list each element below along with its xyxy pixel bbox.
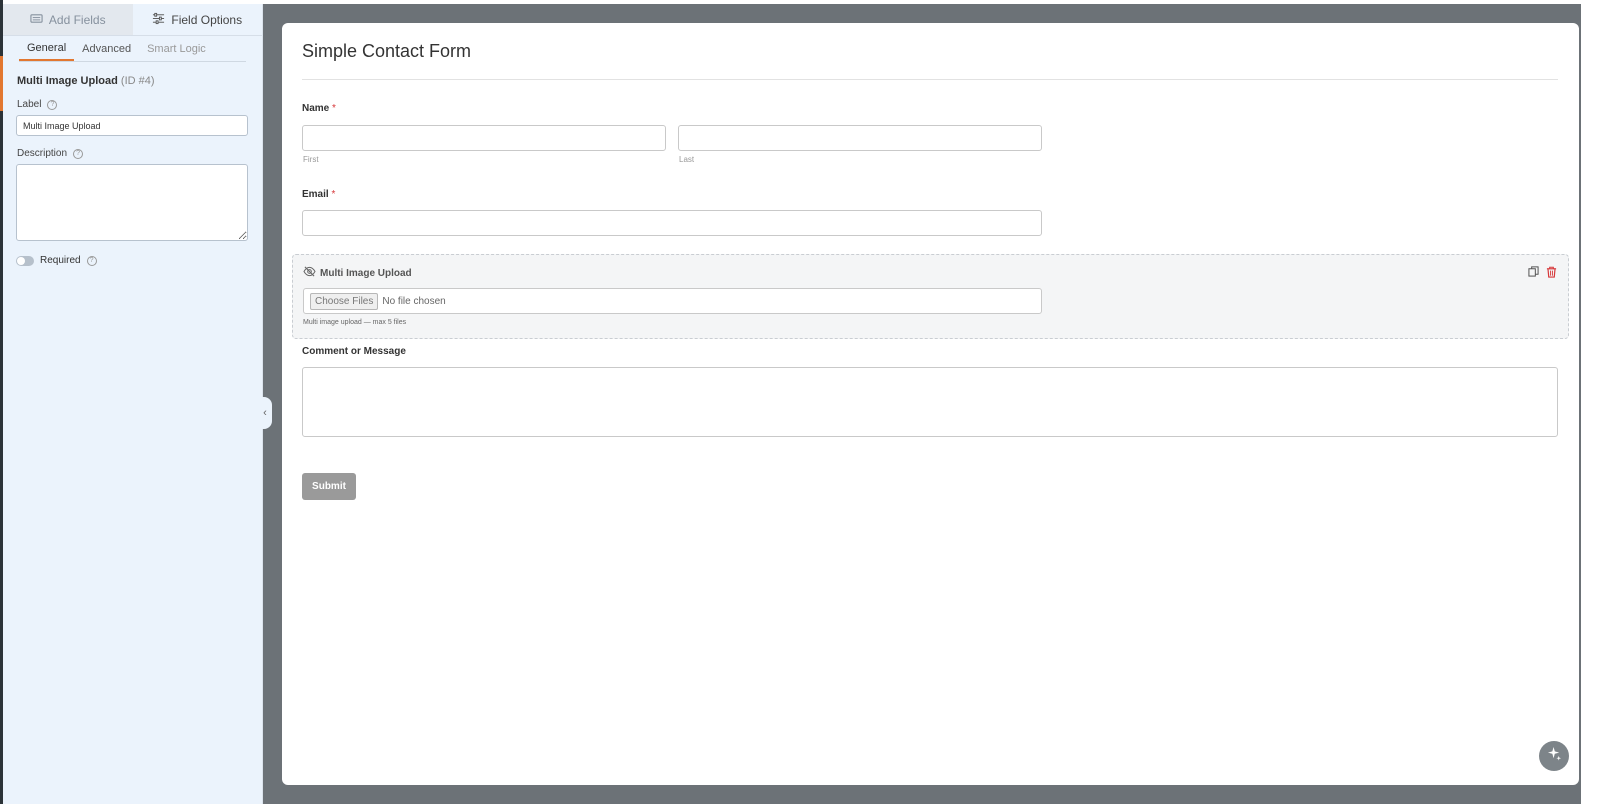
trash-icon[interactable]: [1545, 265, 1558, 278]
ai-assistant-button[interactable]: [1539, 741, 1569, 771]
field-options-sidebar: Add Fields Field Options General Advance…: [3, 4, 263, 804]
description-textarea[interactable]: [16, 164, 248, 241]
upload-label-text: Multi Image Upload: [320, 267, 412, 279]
sparkle-icon: [1547, 746, 1562, 766]
label-caption: Label: [17, 99, 42, 110]
first-name-input[interactable]: [302, 125, 666, 151]
required-mark: *: [332, 103, 336, 114]
multi-image-upload-field[interactable]: Multi Image Upload Choose Files No file …: [292, 254, 1569, 339]
required-toggle[interactable]: [16, 255, 34, 266]
file-upload-input: Choose Files No file chosen: [303, 288, 1042, 314]
tab-field-options[interactable]: Field Options: [132, 4, 262, 35]
description-option: Description ?: [17, 148, 262, 159]
comment-field-label[interactable]: Comment or Message: [302, 346, 406, 357]
eye-slash-icon: [303, 266, 316, 280]
required-mark: *: [331, 189, 336, 200]
required-option: Required ?: [16, 255, 262, 266]
choose-files-button[interactable]: Choose Files: [310, 292, 379, 310]
last-sublabel: Last: [679, 155, 695, 164]
tab-field-options-label: Field Options: [171, 12, 243, 27]
submit-button[interactable]: Submit: [302, 473, 356, 500]
help-icon[interactable]: ?: [73, 148, 84, 159]
options-sub-tabs: General Advanced Smart Logic: [19, 36, 246, 62]
right-edge: [1581, 0, 1600, 804]
last-name-input[interactable]: [678, 125, 1042, 151]
selected-field-name: Multi Image Upload: [17, 75, 118, 87]
form-title: Simple Contact Form: [302, 41, 472, 61]
tab-add-fields[interactable]: Add Fields: [3, 4, 133, 35]
panel-tabs: Add Fields Field Options: [3, 4, 262, 36]
sliders-icon: [152, 12, 165, 28]
list-icon: [30, 12, 43, 28]
description-caption: Description: [17, 148, 68, 159]
form-preview-card: Simple Contact Form Name * First Last Em…: [282, 23, 1579, 785]
help-icon[interactable]: ?: [86, 255, 97, 266]
label-input[interactable]: [16, 115, 248, 136]
required-caption: Required: [40, 255, 81, 266]
title-divider: [302, 79, 1558, 80]
chevron-left-icon: ‹: [263, 407, 267, 419]
selected-field-id: (ID #4): [120, 75, 155, 87]
first-sublabel: First: [303, 155, 319, 164]
upload-field-label: Multi Image Upload: [303, 266, 412, 280]
sub-tab-smart-logic[interactable]: Smart Logic: [139, 36, 214, 61]
comment-textarea[interactable]: [302, 367, 1558, 437]
email-input[interactable]: [302, 210, 1042, 236]
sub-tab-advanced[interactable]: Advanced: [74, 36, 139, 61]
email-field-label[interactable]: Email *: [302, 189, 335, 200]
collapse-sidebar-button[interactable]: ‹: [258, 397, 272, 429]
field-actions: [1527, 265, 1558, 278]
name-label-text: Name: [302, 103, 330, 114]
selected-field-title: Multi Image Upload (ID #4): [17, 75, 262, 87]
name-field-label[interactable]: Name *: [302, 103, 336, 114]
no-file-text: No file chosen: [382, 295, 446, 307]
email-label-text: Email: [302, 189, 329, 200]
label-option: Label ?: [17, 99, 262, 110]
upload-description: Multi image upload — max 5 files: [303, 319, 407, 326]
tab-add-fields-label: Add Fields: [48, 12, 106, 27]
duplicate-icon[interactable]: [1527, 265, 1540, 278]
help-icon[interactable]: ?: [47, 99, 58, 110]
sub-tab-general[interactable]: General: [19, 36, 75, 61]
